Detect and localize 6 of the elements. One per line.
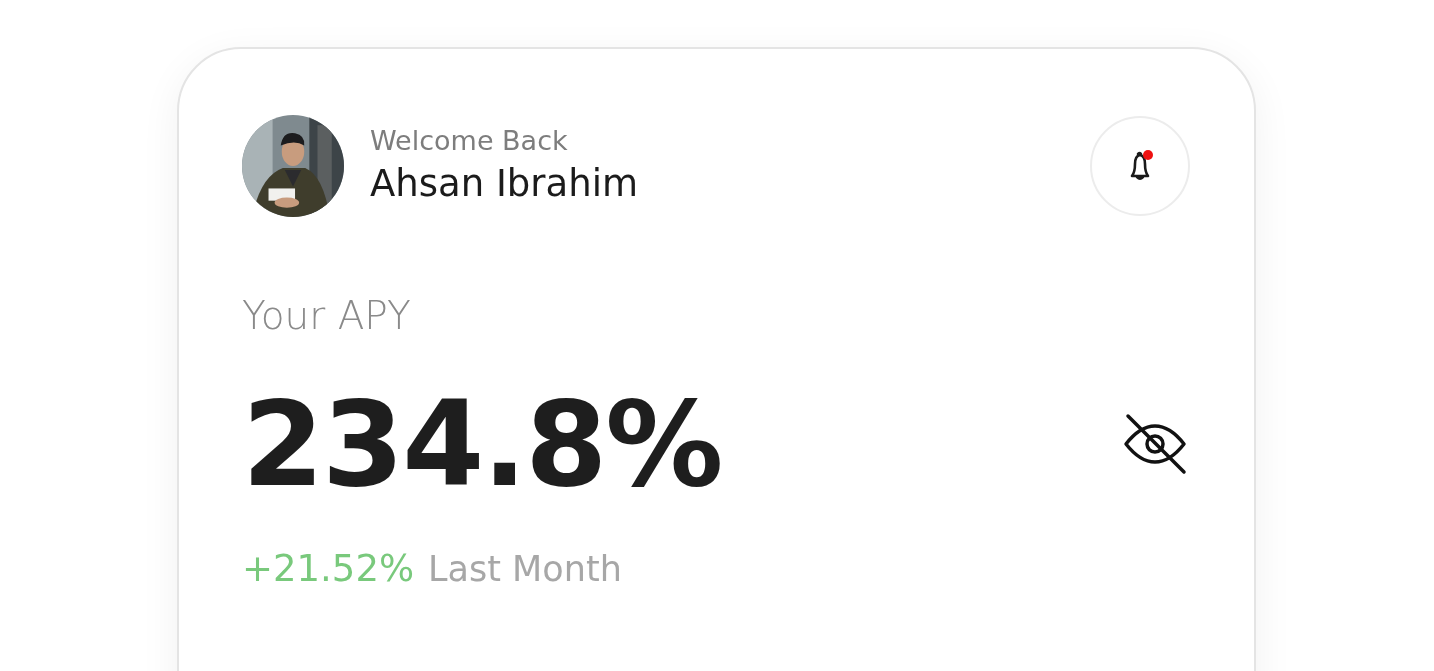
change-value: +21.52% xyxy=(242,547,415,590)
user-name: Ahsan Ibrahim xyxy=(370,161,638,207)
apy-value: 234.8% xyxy=(242,379,722,509)
change-period: Last Month xyxy=(428,549,622,589)
apy-label: Your APY xyxy=(242,292,411,340)
greeting-text: Welcome Back xyxy=(370,124,569,158)
